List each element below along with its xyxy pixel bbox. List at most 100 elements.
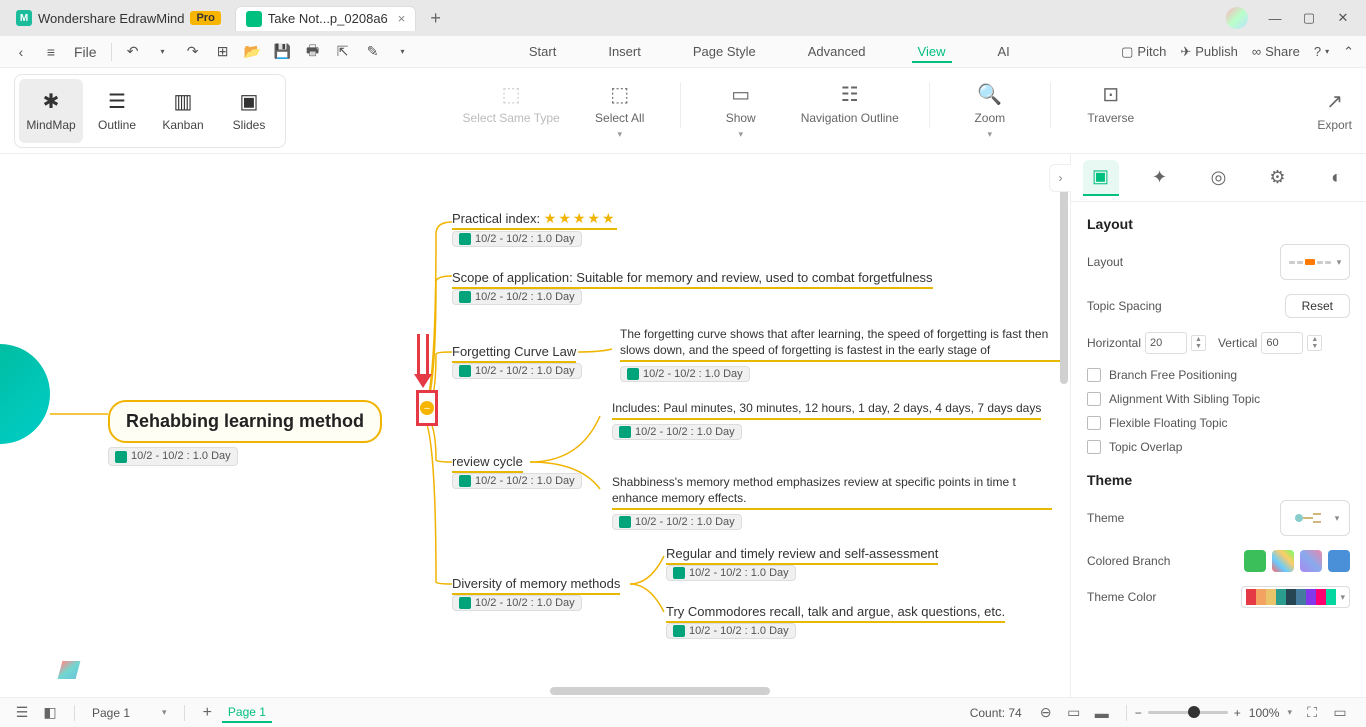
zoom-button[interactable]: 🔍Zoom▾ [960,82,1020,140]
add-page-button[interactable]: + [203,704,212,722]
minimize-button[interactable]: — [1258,4,1292,32]
root-node[interactable]: Rehabbing learning method 10/2 - 10/2 : … [108,400,382,467]
branch-swatch-1[interactable] [1244,550,1266,572]
file-menu[interactable]: File [68,39,103,65]
undo-dropdown-icon[interactable]: ▾ [150,39,176,65]
navigation-outline-button[interactable]: ☷Navigation Outline [801,82,899,125]
app-tab[interactable]: M Wondershare EdrawMind Pro [6,6,231,30]
export-button[interactable]: ↗Export [1317,89,1352,132]
tab-view[interactable]: View [912,40,952,63]
slider-thumb[interactable] [1188,706,1200,718]
viewmode-kanban[interactable]: ▥Kanban [151,79,215,143]
branch-swatch-4[interactable] [1328,550,1350,572]
slider-track[interactable] [1148,711,1228,714]
open-icon[interactable]: 📂 [240,39,266,65]
maximize-button[interactable]: ▢ [1292,4,1326,32]
minimize-panel-icon[interactable]: ▭ [1328,701,1352,725]
date-chip[interactable]: 10/2 - 10/2 : 1.0 Day [612,424,742,440]
viewmode-mindmap[interactable]: ✱MindMap [19,79,83,143]
tab-advanced[interactable]: Advanced [802,40,872,63]
opt-branch-free[interactable]: Branch Free Positioning [1087,368,1350,382]
hamburger-icon[interactable]: ≡ [38,39,64,65]
tab-insert[interactable]: Insert [602,40,647,63]
node-review-cycle-includes[interactable]: Includes: Paul minutes, 30 minutes, 12 h… [612,400,1041,441]
close-tab-icon[interactable]: × [398,11,406,26]
fit-view-icon[interactable]: ⊖ [1034,701,1058,725]
node-practical-index[interactable]: Practical index: ★★★★★ 10/2 - 10/2 : 1.0… [452,210,617,248]
document-tab[interactable]: Take Not...p_0208a6 × [235,6,417,31]
share-button[interactable]: ∞Share [1252,44,1300,59]
node-diversity-try[interactable]: Try Commodores recall, talk and argue, a… [666,604,1005,640]
theme-selector[interactable]: ▾ [1280,500,1350,536]
redo-icon[interactable]: ↷ [180,39,206,65]
select-all-button[interactable]: ⬚Select All▾ [590,82,650,140]
print-icon[interactable]: 🖶 [300,39,326,65]
help-button[interactable]: ?▾ [1314,44,1329,59]
date-chip[interactable]: 10/2 - 10/2 : 1.0 Day [452,473,582,489]
date-chip[interactable]: 10/2 - 10/2 : 1.0 Day [612,514,742,530]
opt-topic-overlap[interactable]: Topic Overlap [1087,440,1350,454]
zoom-percent[interactable]: 100% [1249,706,1280,720]
vertical-scrollbar[interactable] [1060,164,1068,384]
layout-selector[interactable]: ▾ [1280,244,1350,280]
tab-page-style[interactable]: Page Style [687,40,762,63]
fullscreen-icon[interactable]: ⛶ [1300,701,1324,725]
save-icon[interactable]: 💾 [270,39,296,65]
branch-swatch-3[interactable] [1300,550,1322,572]
opt-alignment-sibling[interactable]: Alignment With Sibling Topic [1087,392,1350,406]
close-window-button[interactable]: ✕ [1326,4,1360,32]
root-circle[interactable] [0,344,50,444]
panel-tab-settings[interactable]: ⚙ [1260,160,1296,196]
reset-button[interactable]: Reset [1285,294,1350,318]
node-diversity[interactable]: Diversity of memory methods 10/2 - 10/2 … [452,576,620,612]
panel-tab-style[interactable]: ✦ [1142,160,1178,196]
traverse-button[interactable]: ⊡Traverse [1081,82,1141,125]
zoom-slider[interactable]: − + [1135,706,1241,720]
more-quick-icon[interactable]: ▾ [390,39,416,65]
back-icon[interactable]: ‹ [8,39,34,65]
fit-width-icon[interactable]: ▬ [1090,701,1114,725]
node-review-cycle-memory[interactable]: Shabbiness's memory method emphasizes re… [612,474,1052,531]
viewmode-slides[interactable]: ▣Slides [217,79,281,143]
collapse-ribbon-icon[interactable]: ⌃ [1343,44,1354,60]
panel-tab-tag[interactable]: ◎ [1201,160,1237,196]
date-chip[interactable]: 10/2 - 10/2 : 1.0 Day [452,595,582,611]
show-button[interactable]: ▭Show▾ [711,82,771,140]
node-diversity-regular[interactable]: Regular and timely review and self-asses… [666,546,938,582]
zoom-in-icon[interactable]: + [1234,706,1241,720]
pitch-button[interactable]: ▢Pitch [1121,44,1166,60]
horizontal-stepper[interactable]: ▲▼ [1191,335,1206,351]
date-chip[interactable]: 10/2 - 10/2 : 1.0 Day [666,565,796,581]
node-scope[interactable]: Scope of application: Suitable for memor… [452,270,933,306]
export-quick-icon[interactable]: ⇱ [330,39,356,65]
opt-flexible-floating[interactable]: Flexible Floating Topic [1087,416,1350,430]
date-chip[interactable]: 10/2 - 10/2 : 1.0 Day [666,623,796,639]
page-tab-1[interactable]: Page 1 [222,703,272,723]
node-review-cycle[interactable]: review cycle 10/2 - 10/2 : 1.0 Day [452,454,582,490]
panel-toggle-icon[interactable]: ◧ [38,701,62,725]
vertical-input[interactable]: 60 [1261,332,1303,354]
edit-icon[interactable]: ✎ [360,39,386,65]
horizontal-input[interactable]: 20 [1145,332,1187,354]
date-chip[interactable]: 10/2 - 10/2 : 1.0 Day [108,447,238,465]
zoom-out-icon[interactable]: − [1135,706,1142,720]
undo-icon[interactable]: ↶ [120,39,146,65]
branch-swatch-2[interactable] [1272,550,1294,572]
user-avatar[interactable] [1226,7,1248,29]
panel-tab-history[interactable]: ◐ [1319,160,1355,196]
node-forgetting-curve-detail[interactable]: The forgetting curve shows that after le… [620,326,1060,383]
theme-color-selector[interactable]: ▾ [1241,586,1350,608]
panel-tab-layout[interactable]: ▣ [1083,160,1119,196]
collapse-icon[interactable]: – [420,401,434,415]
panel-collapse-button[interactable]: › [1049,164,1071,192]
date-chip[interactable]: 10/2 - 10/2 : 1.0 Day [452,289,582,305]
vertical-stepper[interactable]: ▲▼ [1307,335,1322,351]
add-tab-button[interactable]: + [420,8,451,29]
date-chip[interactable]: 10/2 - 10/2 : 1.0 Day [452,231,582,247]
viewmode-outline[interactable]: ☰Outline [85,79,149,143]
publish-button[interactable]: ✈Publish [1180,44,1238,60]
outline-toggle-icon[interactable]: ☰ [10,701,34,725]
tab-start[interactable]: Start [523,40,562,63]
new-icon[interactable]: ⊞ [210,39,236,65]
horizontal-scrollbar[interactable] [550,687,770,695]
